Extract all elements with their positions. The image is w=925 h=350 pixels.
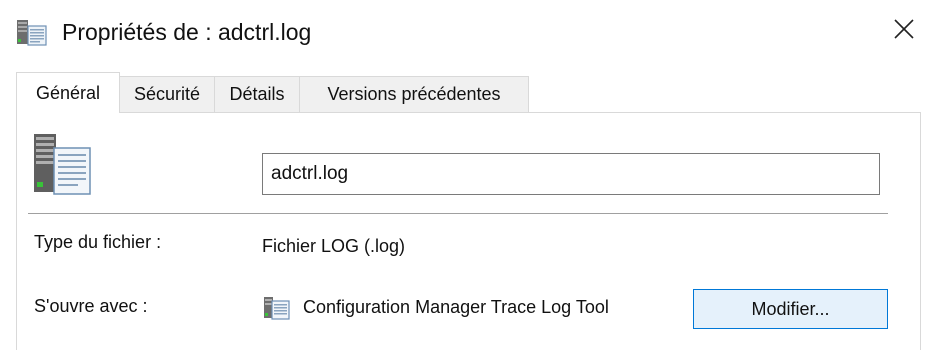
properties-dialog: Propriétés de : adctrl.log Général Sécur… bbox=[0, 0, 925, 350]
tab-general[interactable]: Général bbox=[16, 72, 120, 113]
tab-security[interactable]: Sécurité bbox=[119, 76, 215, 112]
properties-window-icon bbox=[16, 18, 52, 46]
tab-label: Sécurité bbox=[133, 84, 201, 104]
filename-input[interactable] bbox=[262, 153, 880, 195]
tab-label: Détails bbox=[229, 84, 285, 104]
opens-with-label: S'ouvre avec : bbox=[34, 296, 148, 316]
file-type-value: Fichier LOG (.log) bbox=[262, 236, 406, 256]
file-type-label: Type du fichier : bbox=[34, 232, 162, 252]
section-divider bbox=[28, 213, 888, 215]
tab-previous-versions[interactable]: Versions précédentes bbox=[299, 76, 529, 112]
modify-button-label: Modifier... bbox=[751, 298, 830, 319]
close-icon bbox=[893, 18, 915, 45]
close-button[interactable] bbox=[888, 15, 920, 47]
tab-label: Général bbox=[35, 82, 101, 103]
window-title: Propriétés de : adctrl.log bbox=[62, 19, 312, 45]
log-file-icon bbox=[32, 132, 96, 196]
opens-with-app-name: Configuration Manager Trace Log Tool bbox=[303, 297, 609, 317]
modify-button[interactable]: Modifier... bbox=[693, 289, 888, 329]
tab-details[interactable]: Détails bbox=[214, 76, 300, 112]
title-bar: Propriétés de : adctrl.log bbox=[0, 0, 925, 62]
tab-label: Versions précédentes bbox=[327, 84, 501, 104]
trace-log-tool-icon bbox=[263, 294, 291, 320]
